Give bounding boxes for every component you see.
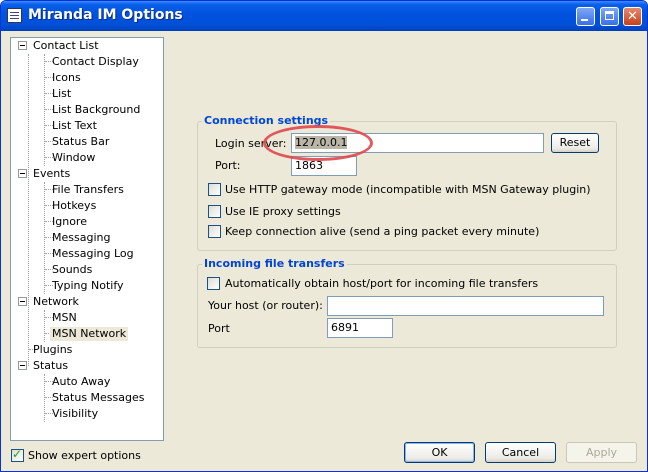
app-window-icon — [7, 8, 22, 23]
tree-item-list[interactable]: List — [52, 87, 71, 101]
incoming-transfers-title: Incoming file transfers — [202, 257, 347, 270]
window-title: Miranda IM Options — [28, 7, 183, 23]
tree-item-contact-display[interactable]: Contact Display — [52, 55, 139, 69]
http-gateway-checkbox[interactable] — [208, 183, 221, 196]
incoming-port-label: Port — [208, 322, 230, 335]
collapse-icon[interactable] — [18, 41, 27, 50]
tree-item-status-bar[interactable]: Status Bar — [52, 135, 109, 149]
tree-item-msn-network[interactable]: MSN Network — [50, 327, 129, 341]
cancel-button[interactable]: Cancel — [485, 442, 556, 463]
tree-item-file-transfers[interactable]: File Transfers — [52, 183, 124, 197]
options-tree[interactable]: Contact List Contact Display Icons List … — [10, 37, 164, 441]
reset-button[interactable]: Reset — [551, 133, 599, 153]
tree-item-msn[interactable]: MSN — [52, 311, 77, 325]
tree-item-list-text[interactable]: List Text — [52, 119, 97, 133]
tree-item-ignore[interactable]: Ignore — [52, 215, 87, 229]
tree-item-events[interactable]: Events — [33, 167, 70, 181]
collapse-icon[interactable] — [18, 169, 27, 178]
ie-proxy-label[interactable]: Use IE proxy settings — [225, 205, 341, 218]
show-expert-label[interactable]: Show expert options — [28, 449, 141, 462]
tree-item-list-background[interactable]: List Background — [52, 103, 140, 117]
tree-item-plugins[interactable]: Plugins — [33, 343, 72, 357]
maximize-button[interactable] — [600, 7, 619, 26]
tree-item-status-messages[interactable]: Status Messages — [52, 391, 145, 405]
tree-item-typing-notify[interactable]: Typing Notify — [52, 279, 124, 293]
tree-line — [44, 310, 45, 342]
options-window: Miranda IM Options ✕ Contact List Contac… — [0, 0, 648, 472]
tree-item-messaging[interactable]: Messaging — [52, 231, 110, 245]
auto-obtain-label[interactable]: Automatically obtain host/port for incom… — [225, 277, 538, 290]
your-host-input[interactable] — [327, 296, 604, 316]
tree-item-status[interactable]: Status — [33, 359, 68, 373]
tree-line — [28, 54, 29, 366]
port-label: Port: — [215, 159, 241, 172]
keep-alive-checkbox[interactable] — [208, 225, 221, 238]
tree-item-messaging-log[interactable]: Messaging Log — [52, 247, 134, 261]
collapse-icon[interactable] — [18, 297, 27, 306]
tree-line — [44, 182, 45, 294]
keep-alive-label[interactable]: Keep connection alive (send a ping packe… — [225, 225, 539, 238]
collapse-icon[interactable] — [18, 361, 27, 370]
incoming-port-input[interactable]: 6891 — [327, 318, 393, 338]
minimize-button[interactable] — [576, 7, 595, 26]
tree-item-visibility[interactable]: Visibility — [52, 407, 98, 421]
ie-proxy-checkbox[interactable] — [208, 205, 221, 218]
maximize-icon — [605, 11, 614, 20]
your-host-label: Your host (or router): — [208, 299, 323, 312]
auto-obtain-checkbox[interactable] — [207, 277, 220, 290]
tree-item-auto-away[interactable]: Auto Away — [52, 375, 110, 389]
apply-button[interactable]: Apply — [566, 442, 637, 463]
highlight-ellipse — [263, 125, 373, 161]
tree-item-hotkeys[interactable]: Hotkeys — [52, 199, 96, 213]
title-bar[interactable]: Miranda IM Options ✕ — [1, 1, 647, 31]
tree-item-icons[interactable]: Icons — [52, 71, 81, 85]
tree-item-network[interactable]: Network — [33, 295, 79, 309]
tree-line — [44, 54, 45, 166]
close-button[interactable]: ✕ — [623, 7, 642, 26]
show-expert-checkbox[interactable] — [11, 447, 24, 462]
tree-item-window[interactable]: Window — [52, 151, 95, 165]
ok-button[interactable]: OK — [404, 442, 475, 463]
tree-item-sounds[interactable]: Sounds — [52, 263, 92, 277]
tree-item-contact-list[interactable]: Contact List — [33, 39, 99, 53]
http-gateway-label[interactable]: Use HTTP gateway mode (incompatible with… — [225, 183, 591, 196]
close-icon: ✕ — [627, 9, 638, 24]
minimize-icon — [581, 19, 588, 21]
